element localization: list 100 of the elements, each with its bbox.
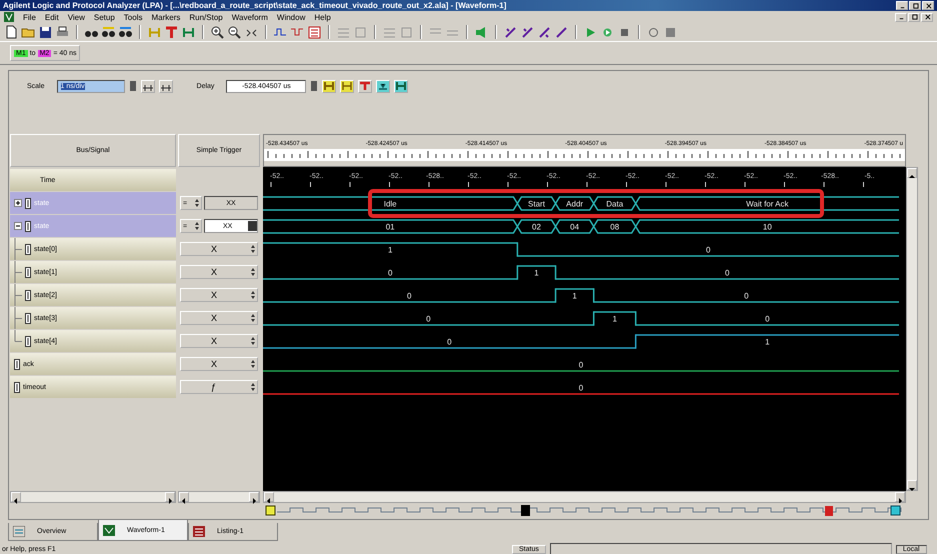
signal-value: 0 [426,314,431,324]
trigger-select[interactable]: X [180,288,258,302]
marker-flag[interactable] [521,505,530,516]
bus-value: Idle [384,200,397,208]
probe-icon[interactable] [503,24,518,40]
tick-mark [389,182,390,188]
close-button[interactable] [921,12,933,22]
signal-value: 1 [572,292,577,300]
maximize-button[interactable] [908,12,920,22]
signal-icon [25,312,31,324]
right-arrow-icon[interactable] [166,497,174,505]
signal-icon [25,198,31,208]
bus-value: 01 [386,222,395,232]
trigger-t-icon[interactable] [164,24,179,40]
menu-item[interactable]: View [68,12,85,22]
signal-value: 0 [578,360,584,370]
horizontal-scrollbar[interactable] [263,491,906,503]
bus-value: 08 [610,222,620,232]
maximize-button[interactable] [909,1,921,10]
menu-item[interactable]: Window [276,12,306,22]
signal-value: 1 [388,246,392,254]
probe-icon[interactable] [537,24,552,40]
menu-item[interactable]: Setup [94,12,115,22]
tick-mark [547,182,548,188]
menu-item[interactable]: Markers [151,12,180,22]
down-arrow-icon[interactable] [908,485,916,493]
signal-value: 1 [534,268,539,278]
minimize-button[interactable] [896,1,908,10]
signal-icon [14,382,20,392]
left-arrow-icon[interactable] [12,497,20,505]
trigger-select[interactable]: X [180,311,258,325]
list-icon[interactable] [307,24,322,40]
marker-flag[interactable] [266,506,276,516]
listing-icon [193,526,205,537]
bus-value: Wait for Ack [746,200,789,208]
right-arrow-icon[interactable] [896,497,904,505]
trigger-select[interactable]: X [180,334,258,348]
signal-value: 0 [388,268,392,278]
overview-icon [13,526,25,537]
trigger-select[interactable]: X [180,265,258,279]
menu-item[interactable]: Waveform [232,12,268,22]
tick-mark [863,182,864,188]
signal-value: 0 [765,314,770,324]
signal-value: 0 [578,384,584,392]
tick-mark [270,182,272,188]
left-arrow-icon[interactable] [180,497,188,505]
vertical-scrollbar[interactable] [906,167,918,491]
bus-value: 10 [762,222,772,232]
signal-value: 1 [612,314,617,324]
tick-mark [784,182,785,188]
up-arrow-icon[interactable] [908,173,916,181]
menu-item[interactable]: Help [314,12,331,22]
bus-value: 04 [570,222,580,232]
right-arrow-icon[interactable] [250,497,258,505]
tick-mark [586,182,588,188]
signal-icon [25,244,31,254]
zoom-in-icon[interactable] [210,24,225,40]
trigger-select[interactable]: ƒ [180,380,258,394]
collapse-icon[interactable] [14,222,22,230]
tick-mark [705,182,706,188]
minimize-button[interactable] [895,12,907,22]
probe-icon[interactable] [554,24,569,40]
trigger-select[interactable]: X [180,357,258,371]
signal-value: 0 [725,268,730,278]
signal-icon [25,290,31,300]
close-icon [924,2,932,8]
signal-icon [25,336,31,346]
tick-mark [626,182,627,188]
tick-mark [744,182,746,188]
expand-icon[interactable] [14,199,22,207]
tick-mark [468,182,469,188]
signal-value: 0 [447,338,452,346]
close-button[interactable] [922,1,934,10]
tick-mark [310,182,311,188]
close-icon [924,14,930,20]
signal-icon [14,358,20,370]
probe-icon[interactable] [520,24,535,40]
signal-value: 0 [407,292,412,300]
marker-flag[interactable] [825,506,833,516]
menu-item[interactable]: Edit [44,12,59,22]
horizontal-scrollbar[interactable] [178,491,260,503]
trigger-t-icon[interactable] [359,81,372,91]
new-file-icon[interactable] [4,24,19,40]
horizontal-scrollbar[interactable] [10,491,176,503]
trigger-select[interactable]: X [180,242,258,256]
bus-value: 02 [532,222,541,232]
bus-value: Data [606,200,624,208]
zoom-out-icon[interactable] [227,24,242,40]
menu-item[interactable]: File [23,12,36,22]
save-icon[interactable] [38,24,53,40]
menu-item[interactable]: Run/Stop [189,12,223,22]
signal-icon [25,220,31,232]
bus-value: Addr [566,200,584,208]
signal-value: 1 [765,338,770,346]
bus-value: Start [528,200,545,208]
menu-item[interactable]: Tools [124,12,142,22]
window-title: Agilent Logic and Protocol Analyzer (LPA) - [...\redboard_a_route_script\state_ack_timeout_vivado_route_out_x2.ala] - [Waveform-1] [3,1,506,10]
marker-flag[interactable] [890,506,900,516]
signal-value: 0 [744,292,749,300]
app-icon [4,12,14,22]
